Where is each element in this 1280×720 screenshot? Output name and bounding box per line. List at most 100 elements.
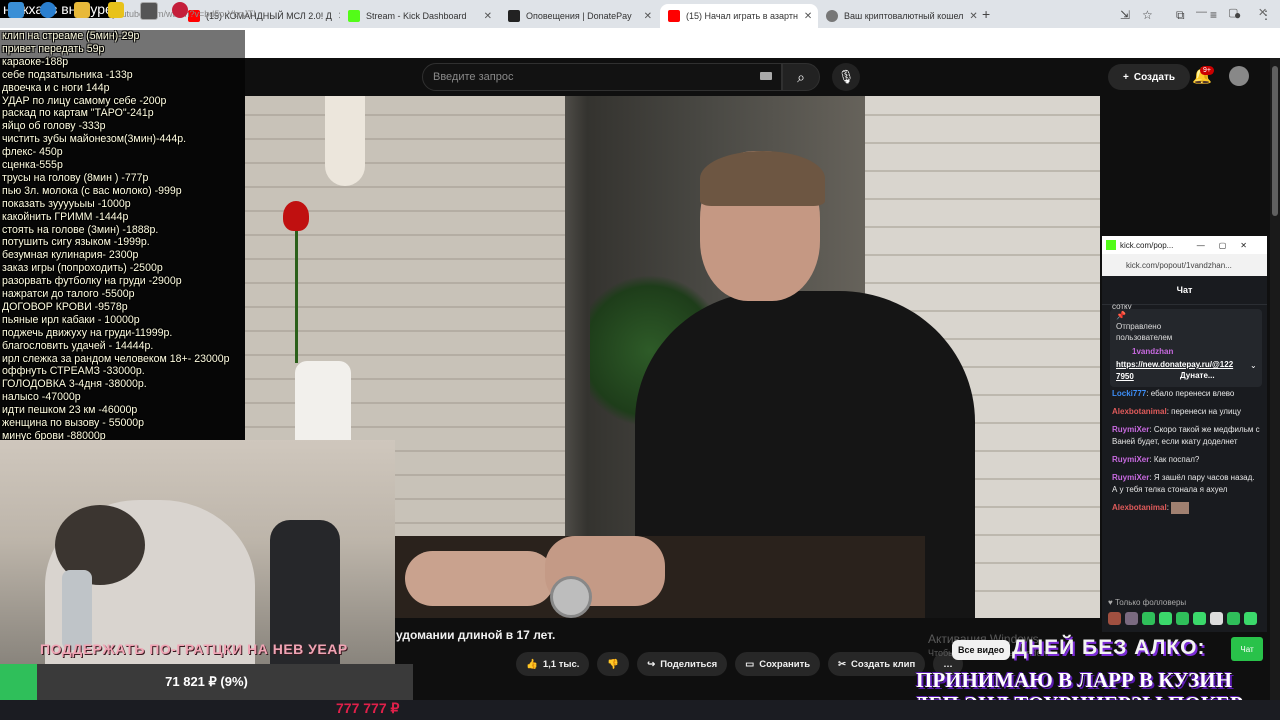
share-label: Поделиться: [660, 658, 718, 670]
scrollbar-thumb[interactable]: [1272, 66, 1278, 216]
emote-icon[interactable]: [1210, 612, 1223, 625]
emote-icon[interactable]: [1244, 612, 1257, 625]
popout-title-bar: kick.com/pop... —▢✕: [1102, 236, 1267, 254]
emote-icon[interactable]: [1159, 612, 1172, 625]
close-icon[interactable]: ✕: [804, 11, 812, 22]
edge-icon[interactable]: [40, 2, 56, 18]
chat-message: Alexbotanimal:: [1112, 502, 1262, 514]
kick-icon: [1106, 240, 1116, 250]
dislike-button[interactable]: 👎: [597, 652, 630, 676]
obs-icon[interactable]: [172, 2, 188, 18]
tab-kick-dashboard[interactable]: Stream - Kick Dashboard ✕: [340, 4, 500, 28]
emote-icon[interactable]: [1227, 612, 1240, 625]
chat-message: Locki777: ебало перенеси влево: [1112, 389, 1235, 398]
days-without-alcohol: ДНЕЙ БЕЗ АЛКО:: [1012, 636, 1206, 659]
install-icon[interactable]: ⇲: [1120, 8, 1130, 22]
pinned-message[interactable]: 📌 Отправлено пользователем 1vandzhan htt…: [1110, 309, 1262, 387]
microphone-icon: 🎙: [837, 69, 855, 84]
file-explorer-icon[interactable]: [74, 2, 90, 18]
popout-window-controls[interactable]: —▢✕: [1197, 241, 1261, 250]
chat-message: Alexbotanimal: перенеси на улицу: [1112, 407, 1242, 416]
keyboard-icon[interactable]: [760, 72, 772, 80]
emote-icon[interactable]: [1142, 612, 1155, 625]
notifications-badge: 9+: [1200, 66, 1214, 75]
microphone: [62, 570, 92, 650]
price-list-item: привет передать 59р: [2, 42, 105, 55]
windows-start-icon[interactable]: [8, 2, 24, 18]
search-button[interactable]: ⌕: [782, 63, 820, 91]
price-list-item: какойнить ГРИММ -1444р: [2, 210, 129, 223]
close-icon[interactable]: ✕: [484, 11, 492, 22]
donation-price-list: клип на стреаме (5мин)-29р привет передат…: [0, 30, 245, 508]
pinned-link[interactable]: https://new.donatepay.ru/@1227950: [1116, 359, 1236, 383]
video-title: удомании длиной в 17 лет.: [396, 628, 556, 642]
close-icon[interactable]: ✕: [969, 11, 977, 22]
price-list-item: себе подзатыльника -133р: [2, 68, 133, 81]
pinned-label: Отправлено пользователем: [1116, 322, 1173, 342]
pin-icon: 📌: [1116, 311, 1126, 320]
price-list-item: стоять на голове (3мин) -1888р.: [2, 223, 159, 236]
like-button[interactable]: 👍 1,1 тыс.: [516, 652, 590, 676]
save-label: Сохранить: [759, 658, 811, 670]
price-list-item: клип на стреаме (5мин)-29р: [2, 30, 140, 42]
share-button[interactable]: ↪ Поделиться: [637, 652, 728, 676]
minimize-icon[interactable]: —: [1196, 6, 1207, 18]
tab-youtube-active[interactable]: (15) Начал играть в азартн ✕: [660, 4, 818, 28]
statue-bust: [325, 96, 365, 186]
price-list-item: потушить сигу языком -1999р.: [2, 236, 150, 249]
chat-message: RuymiXer: Как поспал?: [1112, 455, 1200, 464]
price-list-item: УДАР по лицу самому себе -200р: [2, 94, 167, 107]
person-hand: [405, 551, 555, 606]
avatar[interactable]: [1229, 66, 1249, 86]
search-icon: ⌕: [797, 68, 805, 85]
media-control-icon[interactable]: ≡: [1210, 8, 1217, 22]
new-tab-button[interactable]: +: [982, 6, 990, 22]
pinned-user: 1vandzhan: [1132, 347, 1174, 356]
bookmark-star-icon[interactable]: ☆: [1142, 8, 1153, 22]
price-list-item: разорвать футболку на груди -2900р: [2, 275, 182, 288]
price-list-item: ирл слежка за рандом человеком 18+- 2300…: [2, 352, 230, 365]
price-list-item: показать зууууьыы -1000р: [2, 197, 131, 210]
popout-url-bar[interactable]: kick.com/popout/1vandzhan...: [1102, 254, 1267, 276]
donation-goal-bar: 71 821 ₽ (9%): [0, 664, 413, 700]
app-icon[interactable]: [108, 2, 124, 18]
price-list-item: ДОГОВОР КРОВИ -9578р: [2, 300, 128, 313]
tab-label: Stream - Kick Dashboard: [366, 11, 467, 21]
price-list-item: яйцо об голову -333р: [2, 120, 106, 133]
popout-title: kick.com/pop...: [1120, 240, 1174, 250]
plus-icon: +: [1123, 71, 1129, 83]
price-list-item: идти пешком 23 км -46000р: [2, 404, 138, 417]
tab-crypto-wallet[interactable]: Ваш криптовалютный кошел ✕: [818, 4, 978, 28]
emote-icon[interactable]: [1125, 612, 1138, 625]
bookmark-icon: ▭: [745, 658, 755, 670]
save-button[interactable]: ▭ Сохранить: [735, 652, 821, 676]
voice-search-button[interactable]: 🎙: [832, 63, 860, 91]
search-input[interactable]: Введите запрос: [422, 63, 782, 91]
clip-label: Создать клип: [851, 658, 916, 670]
create-button[interactable]: + Создать: [1108, 64, 1190, 90]
price-list-item: безумная кулинария- 2300р: [2, 249, 139, 262]
tab-label: Оповещения | DonatePay: [526, 11, 632, 21]
price-list-item: пью 3л. молока (с вас молоко) -999р: [2, 184, 182, 197]
rose-stem: [295, 228, 298, 363]
emote-icon[interactable]: [1193, 612, 1206, 625]
chevron-down-icon[interactable]: ⌄: [1250, 361, 1257, 370]
page-scrollbar[interactable]: [1270, 58, 1280, 700]
profile-icon[interactable]: ●: [1234, 8, 1241, 22]
clip-button[interactable]: ✂ Создать клип: [828, 652, 926, 676]
price-list-item: налысо -47000р: [2, 391, 81, 404]
chat-message: RuymiXer: Я зашёл пару часов назад. А у …: [1112, 473, 1255, 494]
emote-icon[interactable]: [1108, 612, 1121, 625]
thumbs-down-icon: 👎: [607, 658, 620, 670]
price-list-item: заказ игры (попроходить) -2500р: [2, 262, 163, 275]
green-counter: Чат: [1231, 637, 1263, 661]
tab-donatepay[interactable]: Оповещения | DonatePay ✕: [500, 4, 660, 28]
video-actions: 👍 1,1 тыс. 👎 ↪ Поделиться ▭ Сохранить ✂ …: [516, 652, 963, 676]
price-list-item: женщина по вызову - 55000р: [2, 417, 145, 429]
extensions-icon[interactable]: ⧉: [1176, 8, 1185, 23]
chrome-icon[interactable]: [140, 2, 158, 20]
close-icon[interactable]: ✕: [644, 11, 652, 22]
emote-icon[interactable]: [1176, 612, 1189, 625]
chip-all-videos[interactable]: Все видео: [952, 640, 1011, 660]
menu-dots-icon[interactable]: ⋮: [1260, 8, 1272, 22]
